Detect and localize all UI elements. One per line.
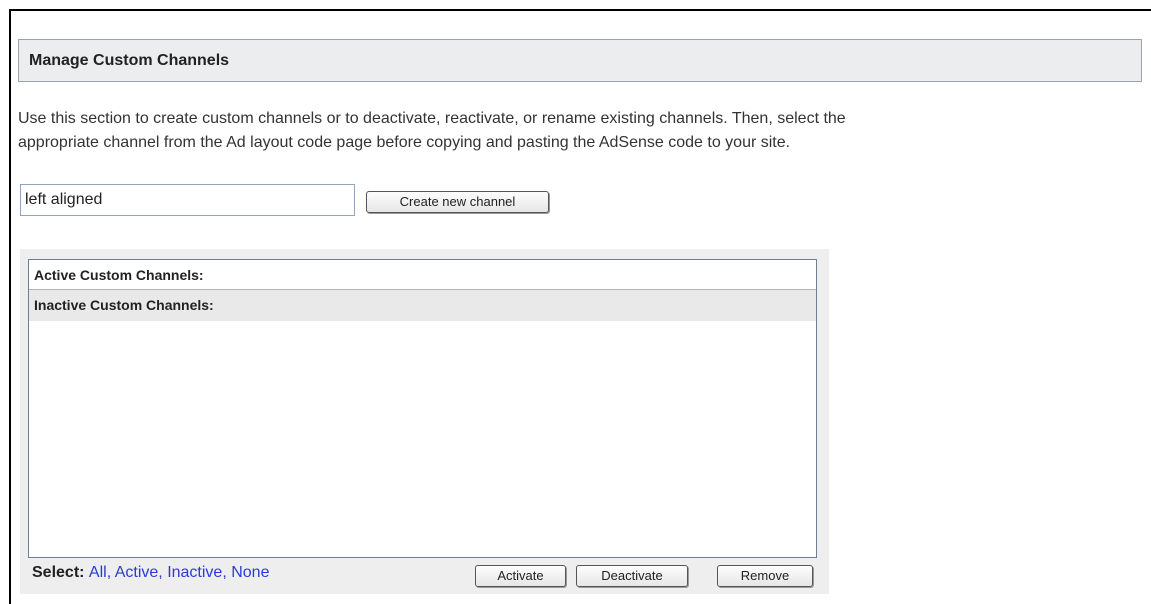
- remove-button[interactable]: Remove: [717, 565, 813, 587]
- channel-name-input[interactable]: [20, 184, 355, 216]
- section-description: Use this section to create custom channe…: [18, 107, 1143, 155]
- inactive-channels-header: Inactive Custom Channels:: [29, 290, 816, 321]
- deactivate-button[interactable]: Deactivate: [576, 565, 688, 587]
- select-all-link[interactable]: All: [89, 564, 107, 581]
- select-separator: ,: [106, 564, 115, 581]
- channels-panel: Active Custom Channels: Inactive Custom …: [20, 249, 829, 594]
- description-line-1: Use this section to create custom channe…: [18, 110, 846, 127]
- create-new-channel-button[interactable]: Create new channel: [366, 191, 549, 213]
- select-none-link[interactable]: None: [231, 564, 269, 581]
- select-bar: Select: All, Active, Inactive, None: [32, 561, 269, 585]
- select-separator: ,: [158, 564, 168, 581]
- page-title: Manage Custom Channels: [29, 52, 230, 69]
- channels-list[interactable]: Active Custom Channels: Inactive Custom …: [28, 259, 817, 558]
- inactive-channels-label: Inactive Custom Channels:: [34, 297, 214, 313]
- activate-button[interactable]: Activate: [475, 565, 566, 587]
- active-channels-header: Active Custom Channels:: [29, 260, 816, 290]
- select-active-link[interactable]: Active: [115, 564, 159, 581]
- select-label: Select:: [32, 564, 89, 581]
- section-header: Manage Custom Channels: [18, 39, 1142, 82]
- description-line-2: appropriate channel from the Ad layout c…: [18, 134, 791, 151]
- select-separator: ,: [222, 564, 232, 581]
- active-channels-label: Active Custom Channels:: [34, 267, 204, 283]
- select-inactive-link[interactable]: Inactive: [167, 564, 222, 581]
